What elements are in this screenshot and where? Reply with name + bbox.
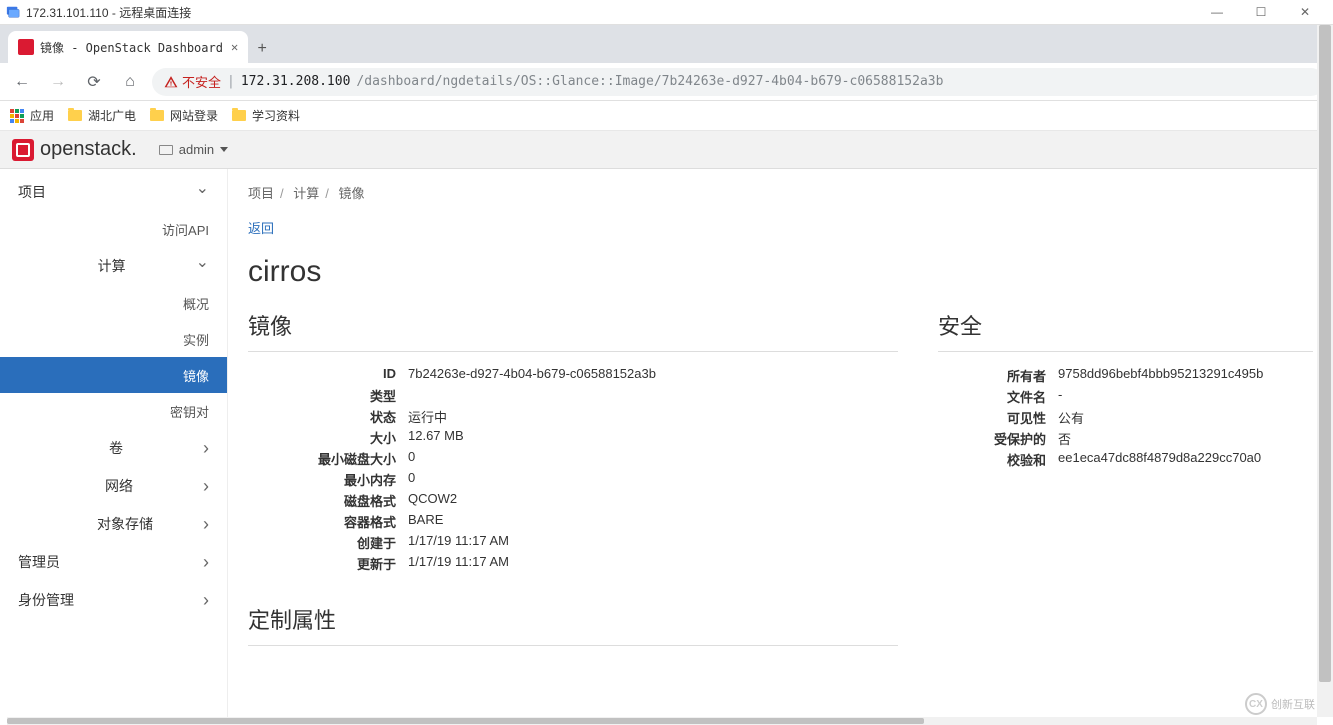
sidebar-item-admin[interactable]: 管理员 [0, 543, 227, 581]
url-host: 172.31.208.100 [241, 74, 351, 89]
bookmarks-bar: 应用 湖北广电 网站登录 学习资料 [0, 101, 1333, 131]
caret-down-icon [220, 147, 228, 152]
reload-button[interactable]: ⟳ [80, 68, 108, 96]
security-owner-value: 9758dd96bebf4bbb95213291c495b [1058, 366, 1313, 385]
project-icon [159, 145, 173, 155]
rdp-icon [6, 5, 20, 19]
bookmark-folder[interactable]: 网站登录 [150, 107, 218, 124]
tab-close-icon[interactable]: ✕ [223, 40, 238, 54]
sidebar-item-images[interactable]: 镜像 [0, 357, 227, 393]
forward-button[interactable]: → [44, 68, 72, 96]
back-button[interactable]: ← [8, 68, 36, 96]
image-type-value [408, 386, 898, 405]
bookmark-folder[interactable]: 湖北广电 [68, 107, 136, 124]
breadcrumb: 项目/ 计算/ 镜像 [248, 183, 1313, 202]
sidebar-item-object-storage[interactable]: 对象存储 [0, 505, 227, 543]
main-content: 项目/ 计算/ 镜像 返回 cirros 镜像 ID7b24263e-d927-… [228, 169, 1333, 725]
image-created-value: 1/17/19 11:17 AM [408, 533, 898, 552]
page-title: cirros [248, 255, 1313, 289]
chevron-right-icon [203, 591, 209, 609]
warning-triangle-icon [164, 75, 178, 89]
openstack-favicon-icon [18, 39, 34, 55]
chevron-down-icon [196, 184, 209, 200]
section-heading-image: 镜像 [248, 309, 898, 352]
vertical-scrollbar[interactable] [1317, 25, 1333, 717]
openstack-logo-icon [12, 139, 34, 161]
image-minram-value: 0 [408, 470, 898, 489]
scrollbar-thumb[interactable] [7, 718, 924, 724]
folder-icon [150, 110, 164, 121]
openstack-topbar: openstack. admin [0, 131, 1333, 169]
security-filename-value: - [1058, 387, 1313, 406]
sidebar-item-volumes[interactable]: 卷 [0, 429, 227, 467]
scrollbar-thumb[interactable] [1319, 25, 1331, 682]
chevron-right-icon [203, 477, 209, 495]
sidebar-item-network[interactable]: 网络 [0, 467, 227, 505]
tab-title: 镜像 - OpenStack Dashboard [40, 39, 223, 56]
section-heading-custom: 定制属性 [248, 603, 898, 646]
sidebar-item-project[interactable]: 项目 [0, 173, 227, 211]
bookmark-folder[interactable]: 学习资料 [232, 107, 300, 124]
watermark: CX 创新互联 [1245, 693, 1315, 715]
sidebar-item-instances[interactable]: 实例 [0, 321, 227, 357]
sidebar-item-access-api[interactable]: 访问API [0, 211, 227, 247]
image-diskfmt-value: QCOW2 [408, 491, 898, 510]
home-button[interactable]: ⌂ [116, 68, 144, 96]
sidebar-item-identity[interactable]: 身份管理 [0, 581, 227, 619]
apps-grid-icon [10, 109, 24, 123]
project-selector[interactable]: admin [159, 142, 228, 157]
image-id-value: 7b24263e-d927-4b04-b679-c06588152a3b [408, 366, 898, 384]
chevron-right-icon [203, 515, 209, 533]
chevron-right-icon [203, 439, 209, 457]
security-visibility-value: 公有 [1058, 408, 1313, 427]
insecure-warning: 不安全 [164, 72, 221, 91]
horizontal-scrollbar[interactable] [7, 717, 1317, 725]
sidebar-item-compute[interactable]: 计算 [0, 247, 227, 285]
image-updated-value: 1/17/19 11:17 AM [408, 554, 898, 573]
rdp-titlebar: 172.31.101.110 - 远程桌面连接 ― ☐ ✕ [0, 0, 1333, 25]
browser-tab[interactable]: 镜像 - OpenStack Dashboard ✕ [8, 31, 248, 63]
image-contfmt-value: BARE [408, 512, 898, 531]
apps-shortcut[interactable]: 应用 [10, 107, 54, 124]
security-protected-value: 否 [1058, 429, 1313, 448]
chevron-right-icon [203, 553, 209, 571]
browser-toolbar: ← → ⟳ ⌂ 不安全 | 172.31.208.100/dashboard/n… [0, 63, 1333, 101]
image-size-value: 12.67 MB [408, 428, 898, 447]
watermark-logo-icon: CX [1245, 693, 1267, 715]
section-heading-security: 安全 [938, 309, 1313, 352]
sidebar: 项目 访问API 计算 概况 实例 镜像 密钥对 卷 网络 对象存储 管理员 身… [0, 169, 228, 725]
address-bar[interactable]: 不安全 | 172.31.208.100/dashboard/ngdetails… [152, 68, 1325, 96]
rdp-title: 172.31.101.110 - 远程桌面连接 [26, 4, 191, 21]
image-mindisk-value: 0 [408, 449, 898, 468]
breadcrumb-project[interactable]: 项目 [248, 186, 274, 201]
sidebar-item-keypairs[interactable]: 密钥对 [0, 393, 227, 429]
minimize-button[interactable]: ― [1195, 0, 1239, 25]
breadcrumb-compute[interactable]: 计算 [293, 186, 319, 201]
breadcrumb-images[interactable]: 镜像 [339, 186, 365, 201]
chevron-down-icon [196, 258, 209, 274]
url-path: /dashboard/ngdetails/OS::Glance::Image/7… [356, 74, 943, 89]
folder-icon [68, 110, 82, 121]
sidebar-item-overview[interactable]: 概况 [0, 285, 227, 321]
folder-icon [232, 110, 246, 121]
back-link[interactable]: 返回 [248, 218, 274, 237]
maximize-button[interactable]: ☐ [1239, 0, 1283, 25]
close-button[interactable]: ✕ [1283, 0, 1327, 25]
new-tab-button[interactable]: + [248, 35, 276, 63]
openstack-logo[interactable]: openstack. [12, 138, 137, 161]
image-status-value: 运行中 [408, 407, 898, 426]
security-checksum-value: ee1eca47dc88f4879d8a229cc70a0 [1058, 450, 1313, 469]
browser-tab-strip: 镜像 - OpenStack Dashboard ✕ + [0, 25, 1333, 63]
